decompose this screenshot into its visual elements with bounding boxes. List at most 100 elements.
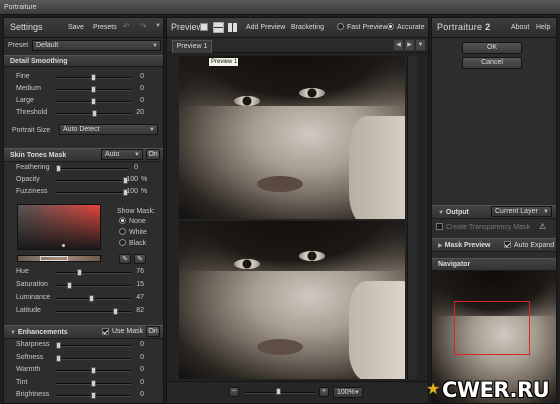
left-eye [234, 259, 260, 269]
show-mask-radio[interactable] [119, 239, 126, 246]
presets-button[interactable]: Presets [93, 24, 117, 31]
slider-track[interactable] [56, 357, 131, 360]
slider-thumb[interactable] [113, 308, 119, 315]
navigator-viewport-box[interactable] [454, 301, 530, 355]
use-mask-check-icon[interactable] [102, 328, 109, 335]
fast-preview-label: Fast Preview [347, 24, 388, 31]
collapse-arrow-icon[interactable]: ▼ [438, 210, 444, 216]
tab-menu-icon[interactable]: ▼ [416, 40, 425, 50]
slider-value[interactable]: 15 [122, 281, 144, 288]
save-button[interactable]: Save [68, 24, 84, 31]
undo-icon[interactable]: ↶ [123, 22, 130, 31]
radio-icon[interactable] [337, 23, 344, 30]
radio-icon[interactable] [119, 228, 126, 235]
hue-range-window[interactable] [40, 256, 68, 261]
zoom-dropdown[interactable]: 100% ▼ [333, 387, 363, 398]
slider-label: Feathering [16, 164, 50, 171]
tab-preview-1[interactable]: Preview 1 [172, 40, 212, 53]
slider-value[interactable]: 82 [122, 307, 144, 314]
tab-next-arrow-icon[interactable]: ▶ [405, 40, 414, 50]
slider-value[interactable]: 0 [122, 341, 144, 348]
create-transparency-checkbox[interactable] [436, 223, 443, 230]
eyedropper-plus-icon[interactable]: ✎ [134, 254, 146, 264]
eyedropper-icon[interactable]: ✎ [119, 254, 131, 264]
collapse-arrow-icon[interactable]: ▼ [10, 330, 16, 336]
slider-value[interactable]: 0 [122, 85, 144, 92]
color-picker-marker[interactable] [62, 244, 65, 247]
lips [257, 339, 303, 355]
slider-thumb[interactable] [91, 74, 96, 81]
slider-thumb[interactable] [91, 98, 96, 105]
redo-icon[interactable]: ↷ [140, 22, 147, 31]
skin-mode-dropdown[interactable]: Auto ▼ [101, 149, 143, 160]
tab-prev-arrow-icon[interactable]: ◀ [394, 40, 403, 50]
slider-thumb[interactable] [91, 367, 96, 374]
split-vertical-icon[interactable] [228, 23, 237, 32]
help-button[interactable]: Help [536, 24, 550, 31]
slider-label: Brightness [16, 391, 50, 398]
slider-thumb[interactable] [88, 295, 94, 302]
auto-expand-checkbox[interactable] [504, 241, 511, 248]
ok-button[interactable]: OK [462, 42, 522, 54]
original-preview-image[interactable] [179, 56, 405, 219]
slider-thumb[interactable] [91, 392, 96, 399]
slider-value[interactable]: 0 [122, 97, 144, 104]
slider-track[interactable] [56, 311, 131, 313]
slider-value[interactable]: 0 [122, 391, 144, 398]
fast-preview-radio[interactable] [337, 23, 344, 30]
slider-value[interactable]: 0 [122, 379, 144, 386]
slider-value[interactable]: 0 [122, 73, 144, 80]
slider-thumb[interactable] [91, 86, 96, 93]
portrait-size-dropdown[interactable]: Auto Detect ▼ [59, 124, 158, 135]
slider-value[interactable]: 0 [116, 164, 138, 171]
slider-value[interactable]: 76 [122, 268, 144, 275]
slider-thumb[interactable] [77, 269, 82, 276]
single-view-icon[interactable] [200, 23, 208, 31]
radio-icon[interactable] [119, 217, 126, 224]
checkbox-icon[interactable] [436, 223, 443, 230]
slider-value[interactable]: 100 [116, 176, 138, 183]
add-preview-button[interactable]: Add Preview [246, 24, 285, 31]
processed-preview-image[interactable] [179, 221, 405, 379]
menu-arrow-icon[interactable]: ▼ [155, 23, 161, 29]
cancel-button[interactable]: Cancel [462, 57, 522, 69]
zoom-slider-thumb[interactable] [276, 388, 281, 395]
accurate-radio[interactable] [387, 23, 394, 30]
auto-expand-check-icon[interactable] [504, 241, 511, 248]
slider-thumb[interactable] [56, 165, 61, 172]
output-dropdown[interactable]: Current Layer ▼ [491, 206, 552, 217]
zoom-out-button[interactable]: − [229, 387, 239, 397]
slider-value[interactable]: 20 [122, 109, 144, 116]
slider-thumb[interactable] [66, 282, 72, 289]
slider-thumb[interactable] [91, 379, 96, 387]
preset-dropdown[interactable]: Default ▼ [32, 40, 161, 51]
split-horizontal-icon[interactable] [213, 22, 224, 33]
watermark-logo: ★ CWER.RU [426, 376, 556, 404]
zoom-in-button[interactable]: + [319, 387, 329, 397]
slider-thumb[interactable] [56, 342, 61, 349]
show-mask-radio[interactable] [119, 228, 126, 235]
slider-thumb[interactable] [92, 110, 98, 117]
enhancements-on-toggle[interactable]: On [146, 326, 160, 337]
slider-value[interactable]: 0 [122, 354, 144, 361]
slider-track[interactable] [56, 345, 131, 347]
show-mask-option-label: White [129, 229, 147, 236]
expand-arrow-icon[interactable]: ▶ [438, 243, 443, 249]
hue-range-bar[interactable] [17, 255, 101, 262]
about-button[interactable]: About [511, 24, 529, 31]
color-picker-gradient[interactable] [17, 204, 101, 250]
radio-selected-icon[interactable] [387, 23, 394, 30]
right-panel: Portraiture 2 About Help OK Cancel ▼ Out… [426, 17, 557, 404]
slider-value[interactable]: 100 [116, 188, 138, 195]
slider-value[interactable]: 0 [122, 366, 144, 373]
slider-value[interactable]: 47 [122, 294, 144, 301]
preview-scrollbar[interactable] [407, 56, 417, 379]
radio-icon[interactable] [119, 239, 126, 246]
skin-mask-on-toggle[interactable]: On [146, 149, 160, 160]
use-mask-checkbox[interactable] [102, 328, 109, 335]
slider-track[interactable] [56, 272, 131, 274]
slider-thumb[interactable] [56, 354, 61, 362]
app-brand: Portraiture 2 [437, 22, 491, 32]
bracketing-button[interactable]: Bracketing [291, 24, 324, 31]
show-mask-radio[interactable] [119, 217, 126, 224]
